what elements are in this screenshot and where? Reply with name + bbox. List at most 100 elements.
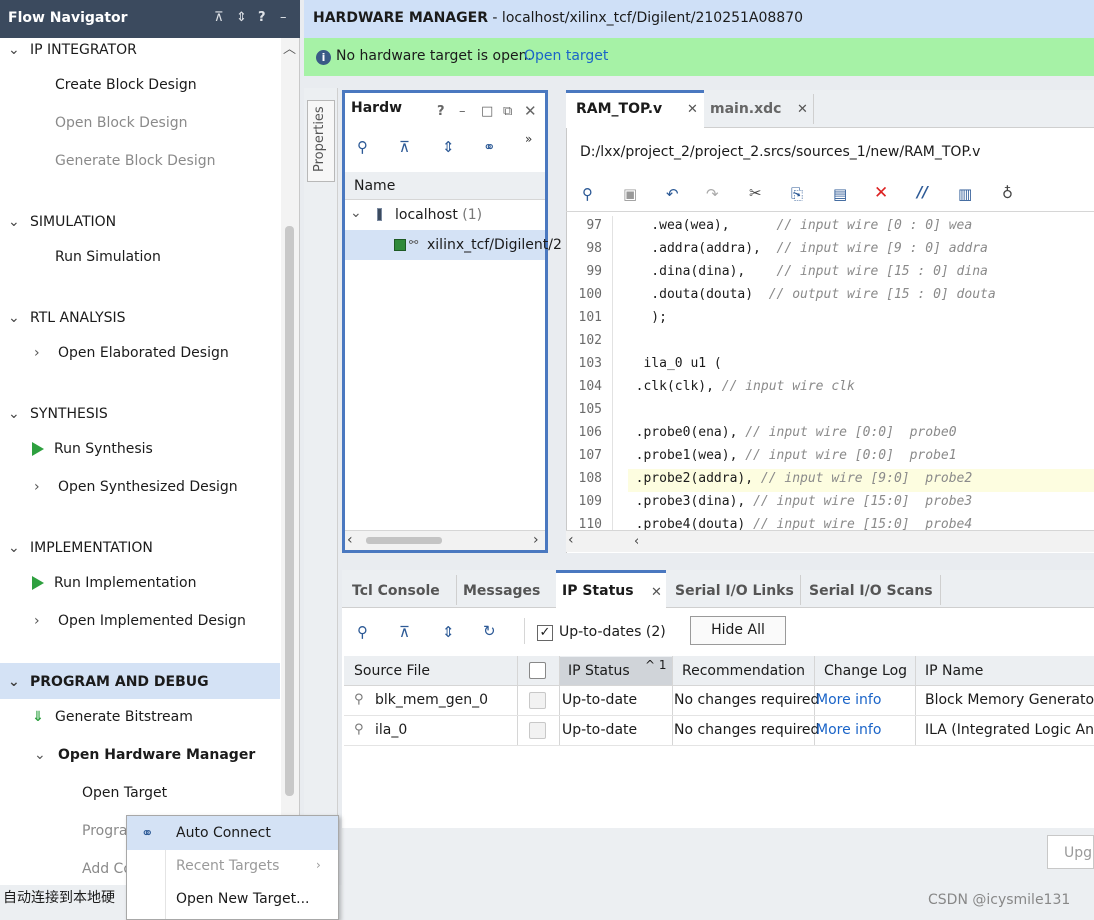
float-icon[interactable]: ⧉ [503, 104, 512, 119]
code-line[interactable]: 102 [566, 333, 1094, 356]
up-to-dates-checkbox[interactable]: ✓ [537, 625, 553, 641]
col-change-log[interactable]: Change Log [824, 663, 907, 679]
expand-all-icon[interactable]: ⇕ [442, 623, 455, 641]
localhost-node[interactable]: localhost (1) [395, 207, 482, 223]
close-icon[interactable]: ✕ [687, 102, 698, 117]
tab-serial-io-links[interactable]: Serial I/O Links [675, 583, 794, 599]
scroll-right-icon[interactable]: › [533, 532, 539, 548]
hardware-tab[interactable]: Hardw [351, 100, 402, 116]
code-line[interactable]: 107 .probe1(wea), // input wire [0:0] pr… [566, 448, 1094, 471]
column-select-icon[interactable]: ▥ [958, 185, 972, 203]
generate-bitstream[interactable]: ⇓ Generate Bitstream [32, 709, 193, 725]
search-icon[interactable]: ⚲ [357, 623, 368, 641]
open-synthesized-design[interactable]: › Open Synthesized Design [34, 479, 238, 495]
close-icon[interactable]: ✕ [797, 102, 808, 117]
col-source-file[interactable]: Source File [354, 663, 430, 679]
section-program-and-debug[interactable]: ⌄ PROGRAM AND DEBUG [8, 674, 209, 690]
run-implementation[interactable]: Run Implementation [32, 575, 196, 591]
chevron-down-icon[interactable]: ⌄ [350, 205, 362, 221]
cut-icon[interactable]: ✂ [749, 184, 762, 202]
expand-all-icon[interactable]: ⇕ [442, 138, 455, 156]
open-target[interactable]: Open Target [82, 785, 167, 801]
open-elaborated-design[interactable]: › Open Elaborated Design [34, 345, 229, 361]
code-line[interactable]: 105 [566, 402, 1094, 425]
more-info-link[interactable]: More info [816, 692, 881, 708]
col-ip-status[interactable]: IP Status [568, 663, 630, 679]
collapse-all-icon[interactable]: ⊼ [399, 138, 410, 156]
comment-icon[interactable]: // [917, 183, 928, 201]
code-line[interactable]: 109 .probe3(dina), // input wire [15:0] … [566, 494, 1094, 517]
run-synthesis[interactable]: Run Synthesis [32, 441, 153, 457]
refresh-icon[interactable]: ↻ [483, 622, 496, 640]
tab-serial-io-scans[interactable]: Serial I/O Scans [809, 583, 933, 599]
section-rtl-analysis[interactable]: ⌄ RTL ANALYSIS [8, 310, 126, 326]
scroll-right-icon[interactable]: ‹ [634, 534, 639, 549]
minimize-icon[interactable]: – [459, 104, 466, 119]
menu-open-new-target[interactable]: Open New Target... [176, 891, 310, 907]
expand-all-icon[interactable]: ⇕ [236, 10, 247, 25]
tab-ip-status[interactable]: IP Status [562, 583, 634, 599]
create-block-design[interactable]: Create Block Design [55, 77, 197, 93]
program-device[interactable]: Progra [82, 823, 127, 839]
section-implementation[interactable]: ⌄ IMPLEMENTATION [8, 540, 153, 556]
code-line[interactable]: 101 ); [566, 310, 1094, 333]
more-info-link[interactable]: More info [816, 722, 881, 738]
open-implemented-design[interactable]: › Open Implemented Design [34, 613, 246, 629]
col-recommendation[interactable]: Recommendation [682, 663, 805, 679]
row-checkbox[interactable] [529, 722, 546, 739]
upgrade-button[interactable]: Upgr [1047, 835, 1094, 869]
target-node[interactable]: xilinx_tcf/Digilent/2 [427, 237, 562, 253]
search-icon[interactable]: ⚲ [357, 138, 368, 156]
undo-icon[interactable]: ↶ [666, 185, 679, 203]
menu-auto-connect[interactable]: Auto Connect [176, 825, 271, 841]
close-icon[interactable]: ✕ [651, 585, 662, 600]
tab-main-xdc[interactable]: main.xdc [710, 101, 781, 117]
code-line[interactable]: 110 .probe4(douta) // input wire [15:0] … [566, 517, 1094, 530]
collapse-all-icon[interactable]: ⊼ [214, 10, 224, 25]
copy-icon[interactable]: ⎘ [791, 185, 803, 203]
section-ip-integrator[interactable]: ⌄ IP INTEGRATOR [8, 42, 137, 58]
delete-icon[interactable]: ✕ [874, 183, 888, 203]
scroll-left-icon[interactable]: ‹ [568, 532, 574, 548]
code-area[interactable]: 97 .wea(wea), // input wire [0 : 0] wea 9… [566, 216, 1094, 530]
tab-tcl-console[interactable]: Tcl Console [352, 583, 440, 599]
code-line[interactable]: 104 .clk(clk), // input wire clk [566, 379, 1094, 402]
scroll-left-icon[interactable]: ‹ [347, 532, 353, 548]
close-icon[interactable]: ✕ [524, 102, 537, 120]
select-all-checkbox[interactable] [529, 662, 546, 679]
save-icon[interactable]: ▣ [623, 185, 637, 203]
minimize-icon[interactable]: – [280, 10, 287, 25]
code-line[interactable]: 100 .douta(douta) // output wire [15 : 0… [566, 287, 1094, 310]
code-line[interactable]: 103 ila_0 u1 ( [566, 356, 1094, 379]
help-icon[interactable]: ? [437, 104, 445, 119]
add-configuration-memory[interactable]: Add Co [82, 861, 132, 877]
menu-recent-targets[interactable]: Recent Targets [176, 858, 279, 874]
collapse-all-icon[interactable]: ⊼ [399, 623, 410, 641]
section-simulation[interactable]: ⌄ SIMULATION [8, 214, 116, 230]
hide-all-button[interactable]: Hide All [690, 616, 786, 645]
code-line[interactable]: 98 .addra(addra), // input wire [9 : 0] … [566, 241, 1094, 264]
editor-hscroll[interactable] [566, 530, 1094, 552]
code-line[interactable]: 108 .probe2(addra), // input wire [9:0] … [566, 471, 1094, 494]
more-icon[interactable]: » [525, 132, 532, 146]
paste-icon[interactable]: ▤ [833, 185, 847, 203]
generate-block-design[interactable]: Generate Block Design [55, 153, 216, 169]
code-line[interactable]: 106 .probe0(ena), // input wire [0:0] pr… [566, 425, 1094, 448]
lightbulb-icon[interactable]: ♁ [1002, 184, 1013, 202]
code-line[interactable]: 99 .dina(dina), // input wire [15 : 0] d… [566, 264, 1094, 287]
code-line[interactable]: 97 .wea(wea), // input wire [0 : 0] wea [566, 218, 1094, 241]
open-hardware-manager[interactable]: ⌄ Open Hardware Manager [34, 747, 255, 763]
name-column-label[interactable]: Name [354, 178, 395, 194]
col-ip-name[interactable]: IP Name [925, 663, 983, 679]
open-target-link[interactable]: Open target [524, 48, 608, 64]
search-icon[interactable]: ⚲ [582, 185, 593, 203]
row-checkbox[interactable] [529, 692, 546, 709]
maximize-icon[interactable]: □ [481, 104, 493, 119]
redo-icon[interactable]: ↷ [706, 185, 719, 203]
tab-messages[interactable]: Messages [463, 583, 540, 599]
help-icon[interactable]: ? [258, 10, 266, 25]
section-synthesis[interactable]: ⌄ SYNTHESIS [8, 406, 108, 422]
scroll-up-icon[interactable]: ︿ [283, 38, 296, 57]
flow-scroll-thumb[interactable] [285, 226, 294, 796]
hardware-hscroll-thumb[interactable] [366, 537, 442, 544]
